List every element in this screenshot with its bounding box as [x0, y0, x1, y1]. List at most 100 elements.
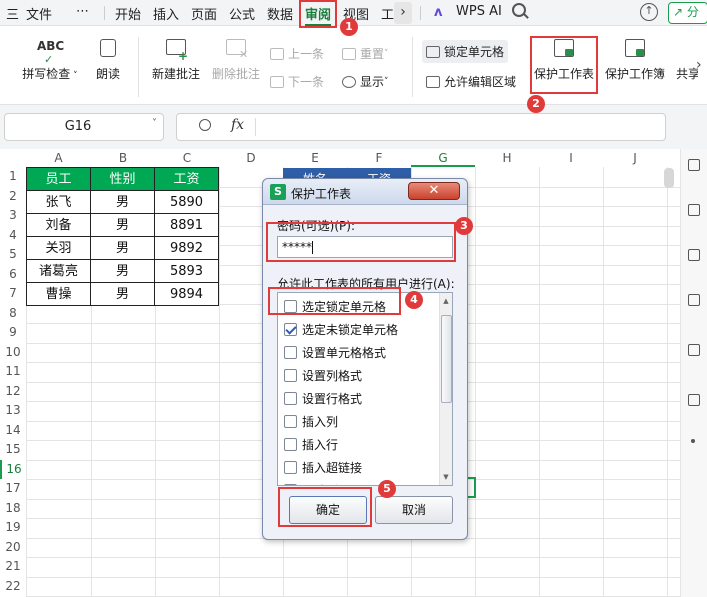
row-header-6[interactable]: 6	[0, 265, 26, 285]
permission-item[interactable]: 插入行	[284, 433, 338, 455]
protect-sheet-button[interactable]: 保护工作表	[532, 39, 596, 82]
row-header-20[interactable]: 20	[0, 538, 26, 558]
menu-wps-ai[interactable]: WPS AI	[456, 4, 502, 19]
permission-checkbox[interactable]	[284, 345, 297, 359]
column-header-e[interactable]: E	[283, 149, 347, 167]
permissions-list[interactable]: 选定锁定单元格 选定未锁定单元格 设置单元格格式 设置列格式 设置行格式 插入列 插入行 插入…	[277, 292, 453, 486]
row-header-15[interactable]: 15	[0, 440, 26, 460]
table-cell[interactable]: 5890	[154, 190, 219, 214]
permission-checkbox[interactable]	[284, 368, 297, 382]
bookmark-icon[interactable]	[688, 344, 700, 356]
row-header-2[interactable]: 2	[0, 187, 26, 207]
row-header-16[interactable]: 16	[0, 459, 26, 479]
permission-item[interactable]: 选定锁定单元格	[284, 295, 386, 317]
row-header-19[interactable]: 19	[0, 518, 26, 538]
row-header-18[interactable]: 18	[0, 499, 26, 519]
permission-item[interactable]: 设置单元格格式	[284, 341, 386, 363]
column-header-i[interactable]: I	[539, 149, 603, 167]
table-cell[interactable]: 5893	[154, 259, 219, 283]
table-cell[interactable]: 诸葛亮	[26, 259, 91, 283]
chevron-right-icon[interactable]: ›	[696, 57, 702, 73]
permission-checkbox[interactable]	[284, 299, 297, 313]
zoom-icon[interactable]	[199, 119, 211, 131]
row-header-9[interactable]: 9	[0, 323, 26, 343]
column-header-h[interactable]: H	[475, 149, 539, 167]
sheet-scrollbar[interactable]	[664, 168, 674, 188]
row-header-5[interactable]: 5	[0, 245, 26, 265]
row-header-11[interactable]: 11	[0, 362, 26, 382]
table-cell[interactable]: 男	[90, 236, 155, 260]
column-header-d[interactable]: D	[219, 149, 283, 167]
tool-icon[interactable]	[688, 294, 700, 306]
list-scrollbar[interactable]: ▲ ▼	[439, 293, 452, 485]
row-header-22[interactable]: 22	[0, 577, 26, 597]
row-header-13[interactable]: 13	[0, 401, 26, 421]
new-comment-button[interactable]: + 新建批注	[148, 39, 204, 82]
row-header-12[interactable]: 12	[0, 382, 26, 402]
hamburger-icon[interactable]: 三	[6, 4, 19, 23]
permission-item[interactable]: 设置行格式	[284, 387, 362, 409]
allow-edit-range-button[interactable]: 允许编辑区域	[426, 73, 516, 90]
menu-file[interactable]: 文件	[26, 4, 52, 23]
more-dots-icon[interactable]	[691, 439, 695, 443]
table-cell[interactable]: 8891	[154, 213, 219, 237]
row-header-7[interactable]: 7	[0, 284, 26, 304]
menu-home[interactable]: 开始	[115, 4, 141, 23]
menu-formula[interactable]: 公式	[229, 4, 255, 23]
close-button[interactable]: ✕	[408, 182, 460, 200]
reset-button[interactable]: 重置 ˅	[342, 45, 389, 62]
permission-checkbox[interactable]	[284, 322, 297, 336]
row-header-1[interactable]: 1	[0, 167, 26, 187]
scroll-up-icon[interactable]: ▲	[441, 297, 451, 305]
row-header-21[interactable]: 21	[0, 557, 26, 577]
fx-icon[interactable]: fx	[231, 117, 244, 133]
column-header-g[interactable]: G	[411, 149, 475, 167]
scroll-thumb[interactable]	[441, 315, 452, 403]
permission-item[interactable]: 删除列	[284, 479, 338, 485]
chevron-down-icon[interactable]: ˅	[152, 118, 157, 129]
shape-icon[interactable]	[688, 204, 700, 216]
property-icon[interactable]	[688, 394, 700, 406]
share-ribbon-button[interactable]: 共享	[676, 39, 698, 82]
style-icon[interactable]	[688, 249, 700, 261]
table-cell[interactable]: 男	[90, 190, 155, 214]
table-cell[interactable]: 曹操	[26, 282, 91, 306]
menu-data[interactable]: 数据	[267, 4, 293, 23]
ok-button[interactable]: 确定	[289, 496, 367, 524]
header-cell[interactable]: 员工	[26, 167, 91, 191]
permission-item[interactable]: 设置列格式	[284, 364, 362, 386]
table-cell[interactable]: 男	[90, 259, 155, 283]
permission-checkbox[interactable]	[284, 391, 297, 405]
permission-item[interactable]: 选定未锁定单元格	[284, 318, 398, 340]
menu-tools[interactable]: 工	[381, 4, 394, 23]
permission-checkbox[interactable]	[284, 437, 297, 451]
table-cell[interactable]: 刘备	[26, 213, 91, 237]
row-header-4[interactable]: 4	[0, 226, 26, 246]
protect-workbook-button[interactable]: 保护工作簿	[602, 39, 668, 82]
table-cell[interactable]: 关羽	[26, 236, 91, 260]
column-header-j[interactable]: J	[603, 149, 667, 167]
name-box[interactable]: G16 ˅	[4, 113, 164, 141]
pointer-icon[interactable]	[688, 159, 700, 171]
menu-review[interactable]: 审阅	[305, 4, 332, 26]
spell-check-button[interactable]: ABC ✓ 拼写检查 ˅	[18, 39, 82, 82]
permission-checkbox[interactable]	[284, 483, 297, 485]
column-header-b[interactable]: B	[91, 149, 155, 167]
permission-item[interactable]: 插入超链接	[284, 456, 362, 478]
column-header-f[interactable]: F	[347, 149, 411, 167]
share-button[interactable]: ↗ 分	[668, 2, 707, 24]
menu-more[interactable]: ⋯	[76, 4, 89, 19]
row-header-10[interactable]: 10	[0, 343, 26, 363]
password-input[interactable]: *****	[277, 236, 453, 258]
table-cell[interactable]: 9892	[154, 236, 219, 260]
cloud-upload-icon[interactable]: ↑	[640, 3, 658, 21]
menu-page[interactable]: 页面	[191, 4, 217, 23]
delete-comment-button[interactable]: ✕ 删除批注	[208, 39, 264, 82]
table-cell[interactable]: 男	[90, 282, 155, 306]
chevron-right-icon[interactable]: ›	[394, 2, 412, 24]
next-comment-button[interactable]: 下一条	[270, 73, 324, 90]
row-header-17[interactable]: 17	[0, 479, 26, 499]
header-cell[interactable]: 性别	[90, 167, 155, 191]
row-header-14[interactable]: 14	[0, 421, 26, 441]
menu-insert[interactable]: 插入	[153, 4, 179, 23]
